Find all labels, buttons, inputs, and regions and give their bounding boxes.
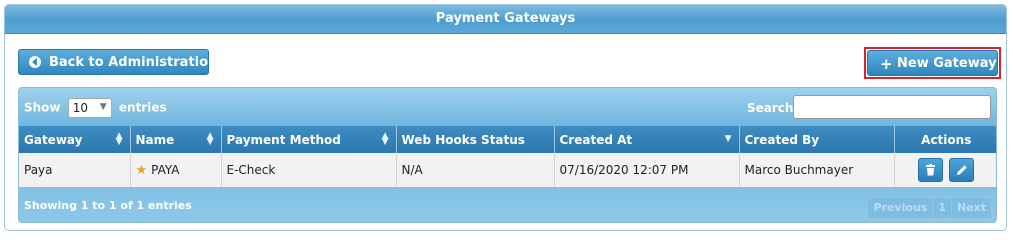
back-to-administration-button[interactable]: Back to Administration bbox=[18, 49, 217, 75]
cell-webhooks-status: N/A bbox=[396, 153, 555, 187]
search-label: Search: bbox=[747, 101, 799, 115]
gateways-table: Gateway ▲ ▼ Name ▲ ▼ Payment Method ▲ ▼ Web Ho… bbox=[19, 126, 996, 187]
page-size-value: 10 bbox=[72, 101, 88, 115]
sort-desc-icon: ▼ bbox=[724, 134, 732, 144]
pencil-icon bbox=[957, 165, 967, 175]
sort-icon: ▲ ▼ bbox=[206, 131, 214, 147]
chevron-down-icon: ▼ bbox=[99, 102, 107, 112]
page-size-control: Show 10 ▼ entries bbox=[24, 98, 167, 118]
previous-page-button[interactable]: Previous bbox=[868, 198, 934, 218]
cell-actions bbox=[894, 153, 996, 187]
page-size-select[interactable]: 10 ▼ bbox=[67, 98, 112, 118]
table-header-row: Gateway ▲ ▼ Name ▲ ▼ Payment Method ▲ ▼ Web Ho… bbox=[19, 126, 996, 153]
plus-icon: + bbox=[880, 55, 893, 73]
new-gateway-button[interactable]: + New Gateway bbox=[867, 50, 998, 76]
column-header-payment-method[interactable]: Payment Method ▲ ▼ bbox=[221, 126, 397, 153]
column-header-name[interactable]: Name ▲ ▼ bbox=[130, 126, 222, 153]
next-page-button[interactable]: Next bbox=[951, 198, 991, 218]
star-icon: ★ bbox=[135, 162, 148, 178]
cell-created-at: 07/16/2020 12:07 PM bbox=[554, 153, 740, 187]
column-header-webhooks-status: Web Hooks Status bbox=[396, 126, 555, 153]
panel-title: Payment Gateways bbox=[5, 5, 1006, 34]
column-header-created-at[interactable]: Created At ▼ bbox=[554, 126, 740, 153]
trash-icon bbox=[926, 164, 936, 176]
delete-button[interactable] bbox=[918, 158, 944, 182]
back-button-label: Back to Administration bbox=[49, 55, 218, 70]
edit-button[interactable] bbox=[949, 158, 975, 182]
payment-gateways-panel: Payment Gateways Back to Administration … bbox=[4, 4, 1007, 231]
circle-left-icon bbox=[29, 56, 41, 68]
column-header-created-by: Created By bbox=[739, 126, 895, 153]
table-toolbar: Show 10 ▼ entries Search: bbox=[19, 88, 996, 126]
cell-gateway: Paya bbox=[19, 153, 131, 187]
gateways-table-container: Show 10 ▼ entries Search: Gateway ▲ ▼ Name… bbox=[18, 87, 997, 223]
table-row: Paya ★ PAYA E-Check N/A 07/16/2020 12:07 … bbox=[19, 153, 996, 187]
pagination: Previous 1 Next bbox=[867, 197, 992, 219]
column-header-actions: Actions bbox=[894, 126, 996, 153]
cell-name: ★ PAYA bbox=[130, 153, 222, 187]
table-footer: Showing 1 to 1 of 1 entries Previous 1 N… bbox=[19, 187, 996, 222]
cell-payment-method: E-Check bbox=[221, 153, 397, 187]
entries-info: Showing 1 to 1 of 1 entries bbox=[24, 199, 192, 212]
search-input[interactable] bbox=[793, 95, 991, 119]
new-gateway-highlight: + New Gateway bbox=[864, 47, 1001, 79]
new-gateway-label: New Gateway bbox=[897, 56, 997, 71]
sort-icon: ▲ ▼ bbox=[381, 131, 389, 147]
cell-created-by: Marco Buchmayer bbox=[739, 153, 895, 187]
page-1-button[interactable]: 1 bbox=[933, 198, 952, 218]
column-header-gateway[interactable]: Gateway ▲ ▼ bbox=[19, 126, 131, 153]
entries-label: entries bbox=[118, 100, 167, 115]
show-label: Show bbox=[24, 100, 61, 115]
sort-icon: ▲ ▼ bbox=[115, 131, 123, 147]
